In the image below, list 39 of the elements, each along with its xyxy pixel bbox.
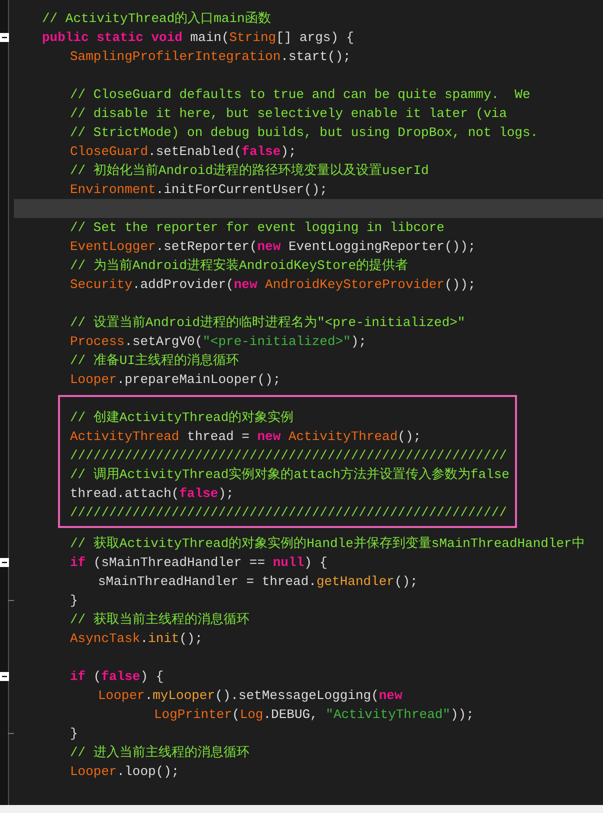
- code-line: // disable it here, but selectively enable it later (via: [70, 106, 507, 121]
- code-line: EventLogger.setReporter(new EventLoggingReporter());: [70, 239, 476, 254]
- code-line: // 调用ActivityThread实例对象的attach方法并设置传入参数为false: [70, 467, 510, 482]
- code-line: if (sMainThreadHandler == null) {: [70, 555, 328, 570]
- code-line: // 设置当前Android进程的临时进程名为"<pre-initialized>": [70, 315, 466, 330]
- code-line: Looper.myLooper().setMessageLogging(new: [98, 688, 402, 703]
- code-line: // 初始化当前Android进程的路径环境变量以及设置userId: [70, 163, 429, 178]
- code-line: // 创建ActivityThread的对象实例: [70, 410, 294, 425]
- code-line: // 为当前Android进程安装AndroidKeyStore的提供者: [70, 258, 408, 273]
- code-line: // ActivityThread的入口main函数: [42, 11, 271, 26]
- code-line: Process.setArgV0("<pre-initialized>");: [70, 334, 366, 349]
- code-line: Looper.prepareMainLooper();: [70, 372, 281, 387]
- code-line: // StrictMode) on debug builds, but using DropBox, not logs.: [70, 125, 538, 140]
- code-line: if (false) {: [70, 669, 164, 684]
- fold-toggle-icon[interactable]: [0, 672, 9, 681]
- horizontal-scrollbar[interactable]: [0, 805, 603, 813]
- code-line: }: [70, 593, 78, 608]
- code-line: // 进入当前主线程的消息循环: [70, 745, 250, 760]
- code-line: ActivityThread thread = new ActivityThread();: [70, 429, 422, 444]
- code-line: Security.addProvider(new AndroidKeyStoreProvider());: [70, 277, 476, 292]
- code-line: Looper.loop();: [70, 764, 180, 779]
- code-line: // 准备UI主线程的消息循环: [70, 353, 240, 368]
- code-line: CloseGuard.setEnabled(false);: [70, 144, 296, 159]
- code-line: // Set the reporter for event logging in libcore: [70, 220, 444, 235]
- code-line: // 获取ActivityThread的对象实例的Handle并保存到变量sMainThreadHandler中: [70, 536, 585, 551]
- code-line: SamplingProfilerIntegration.start();: [70, 49, 351, 64]
- code-line: sMainThreadHandler = thread.getHandler();: [98, 574, 418, 589]
- code-line: AsyncTask.init();: [70, 631, 203, 646]
- code-line: ////////////////////////////////////////////////////////: [70, 505, 507, 520]
- code-line: }: [70, 726, 78, 741]
- code-line: // 获取当前主线程的消息循环: [70, 612, 250, 627]
- code-line: public static void main(String[] args) {: [42, 30, 354, 45]
- code-line: // CloseGuard defaults to true and can be quite spammy. We: [70, 87, 530, 102]
- fold-toggle-icon[interactable]: [0, 558, 9, 567]
- code-line: LogPrinter(Log.DEBUG, "ActivityThread"));: [154, 707, 474, 722]
- code-line: Environment.initForCurrentUser();: [70, 182, 328, 197]
- code-line: thread.attach(false);: [70, 486, 234, 501]
- fold-toggle-icon[interactable]: [0, 33, 9, 42]
- code-line: ////////////////////////////////////////////////////////: [70, 448, 507, 463]
